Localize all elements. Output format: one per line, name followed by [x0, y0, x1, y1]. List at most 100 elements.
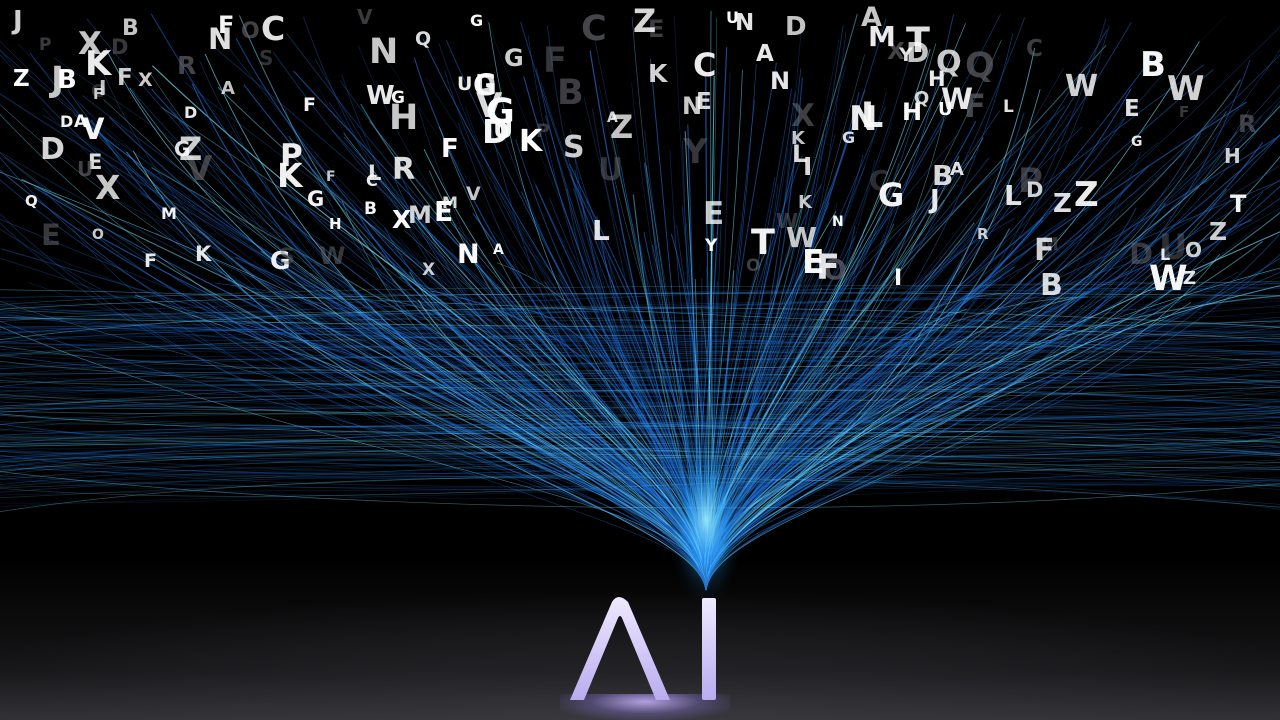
floating-letter: C [261, 9, 286, 48]
floating-letter: F [218, 11, 235, 39]
floating-letter: Z [13, 66, 30, 92]
floating-letter: F [543, 41, 567, 81]
floating-letter: A [74, 112, 88, 132]
floating-letter: O [241, 19, 260, 44]
floating-letter: R [977, 225, 989, 243]
floating-letter: K [648, 59, 668, 88]
floating-letter: I [803, 152, 813, 181]
floating-letter: N [682, 92, 703, 120]
ai-logo [570, 597, 716, 700]
floating-letter: R [392, 152, 416, 187]
floating-letter: J [930, 185, 940, 215]
floating-letter: K [195, 242, 212, 266]
floating-letter: Q [415, 28, 432, 50]
floating-letter: G [307, 187, 325, 211]
floating-letter: L [592, 214, 610, 247]
floating-letter: U [493, 115, 514, 144]
floating-letter: G [1131, 134, 1143, 150]
floating-letter: M [161, 204, 177, 223]
floating-letter: S [279, 245, 295, 270]
ai-hero-scene: BUEQMDVRONEVUCCWDLNXFPZFENHXVGZKHRGFXGOD… [0, 0, 1280, 720]
floating-letter: Z [1209, 217, 1228, 246]
floating-letter: D [1026, 178, 1044, 202]
floating-letter: K [798, 192, 812, 213]
floating-letter: U [726, 8, 739, 27]
floating-letter: N [770, 67, 791, 95]
floating-letter: F [1034, 233, 1055, 268]
floating-letter: B [57, 65, 77, 95]
floating-letter: N [457, 239, 480, 270]
floating-letter: B [1140, 45, 1166, 85]
floating-letter: Y [683, 132, 708, 172]
floating-letter: L [1004, 179, 1022, 212]
floating-letter: U [457, 73, 473, 95]
floating-letter: F [117, 65, 133, 91]
floating-letter: D [184, 103, 198, 122]
floating-letter: G [878, 176, 905, 214]
floating-letter: C [581, 9, 607, 49]
floating-letter: K [519, 124, 543, 159]
floating-letter: J [13, 6, 23, 36]
floating-letter: W [1167, 69, 1205, 109]
floating-letter: D [60, 112, 74, 131]
floating-letter: Z [633, 2, 657, 40]
floating-letter: F [144, 250, 157, 272]
floating-letter: O [1185, 238, 1203, 262]
floating-letter: U [77, 157, 94, 181]
floating-letter: H [329, 215, 342, 233]
floating-letter: A [756, 41, 774, 67]
logo-letter-i [702, 598, 716, 700]
floating-letter: X [392, 205, 412, 234]
floating-letter: A [221, 78, 235, 99]
floating-letter: Q [965, 46, 995, 86]
floating-letter: Z [1074, 175, 1099, 215]
floating-letter: K [791, 128, 805, 149]
floating-letter: L [368, 161, 382, 185]
floating-letter: Y [899, 44, 913, 66]
floating-letter: B [122, 16, 139, 41]
floating-letter: S [259, 46, 274, 70]
floating-letter: Q [25, 192, 38, 210]
floating-letter: F [326, 169, 336, 185]
floating-letter: V [466, 183, 481, 205]
floating-letter: S [563, 130, 585, 165]
floating-letter: N [832, 214, 844, 230]
floating-letter: C [693, 46, 717, 84]
floating-letter: G [504, 44, 524, 72]
floating-letter: X [422, 260, 436, 280]
floating-letter: L [1160, 245, 1171, 264]
floating-letter: A [950, 159, 964, 180]
floating-letter: L [1003, 97, 1014, 117]
floating-letter: X [95, 168, 121, 207]
floating-letter: D [785, 12, 807, 42]
floating-letter: W [1149, 259, 1188, 299]
floating-letter: P [39, 35, 52, 55]
floating-letter: O [746, 256, 761, 276]
floating-letter: W [1065, 69, 1099, 104]
floating-letter: E [703, 196, 725, 232]
floating-letter: C [1026, 36, 1043, 62]
floating-letter: Z [1053, 189, 1072, 219]
floating-letter: X [138, 69, 153, 91]
floating-letter: P [280, 138, 303, 174]
floating-letter: F [303, 94, 316, 116]
floating-letter: D [40, 132, 65, 167]
floating-letter: F [441, 134, 459, 164]
floating-letter: W [366, 81, 395, 111]
floating-letter: E [434, 195, 454, 228]
floating-letter: Y [705, 236, 718, 256]
floating-letter: I [894, 266, 903, 291]
floating-letter: U [938, 99, 953, 120]
floating-letter: W [319, 242, 346, 270]
floating-letter: M [868, 20, 896, 53]
floating-letter: V [357, 5, 373, 29]
floating-letter: H [1224, 144, 1241, 168]
floating-letter: B [1040, 268, 1063, 303]
floating-letter: Z [179, 130, 203, 168]
floating-letter: A [493, 242, 504, 258]
floating-letter: T [1230, 190, 1247, 218]
floating-letter: N [369, 32, 399, 72]
floating-letter: Z [610, 108, 634, 146]
floating-letter: W [786, 221, 817, 254]
floating-letter: B [557, 73, 584, 113]
